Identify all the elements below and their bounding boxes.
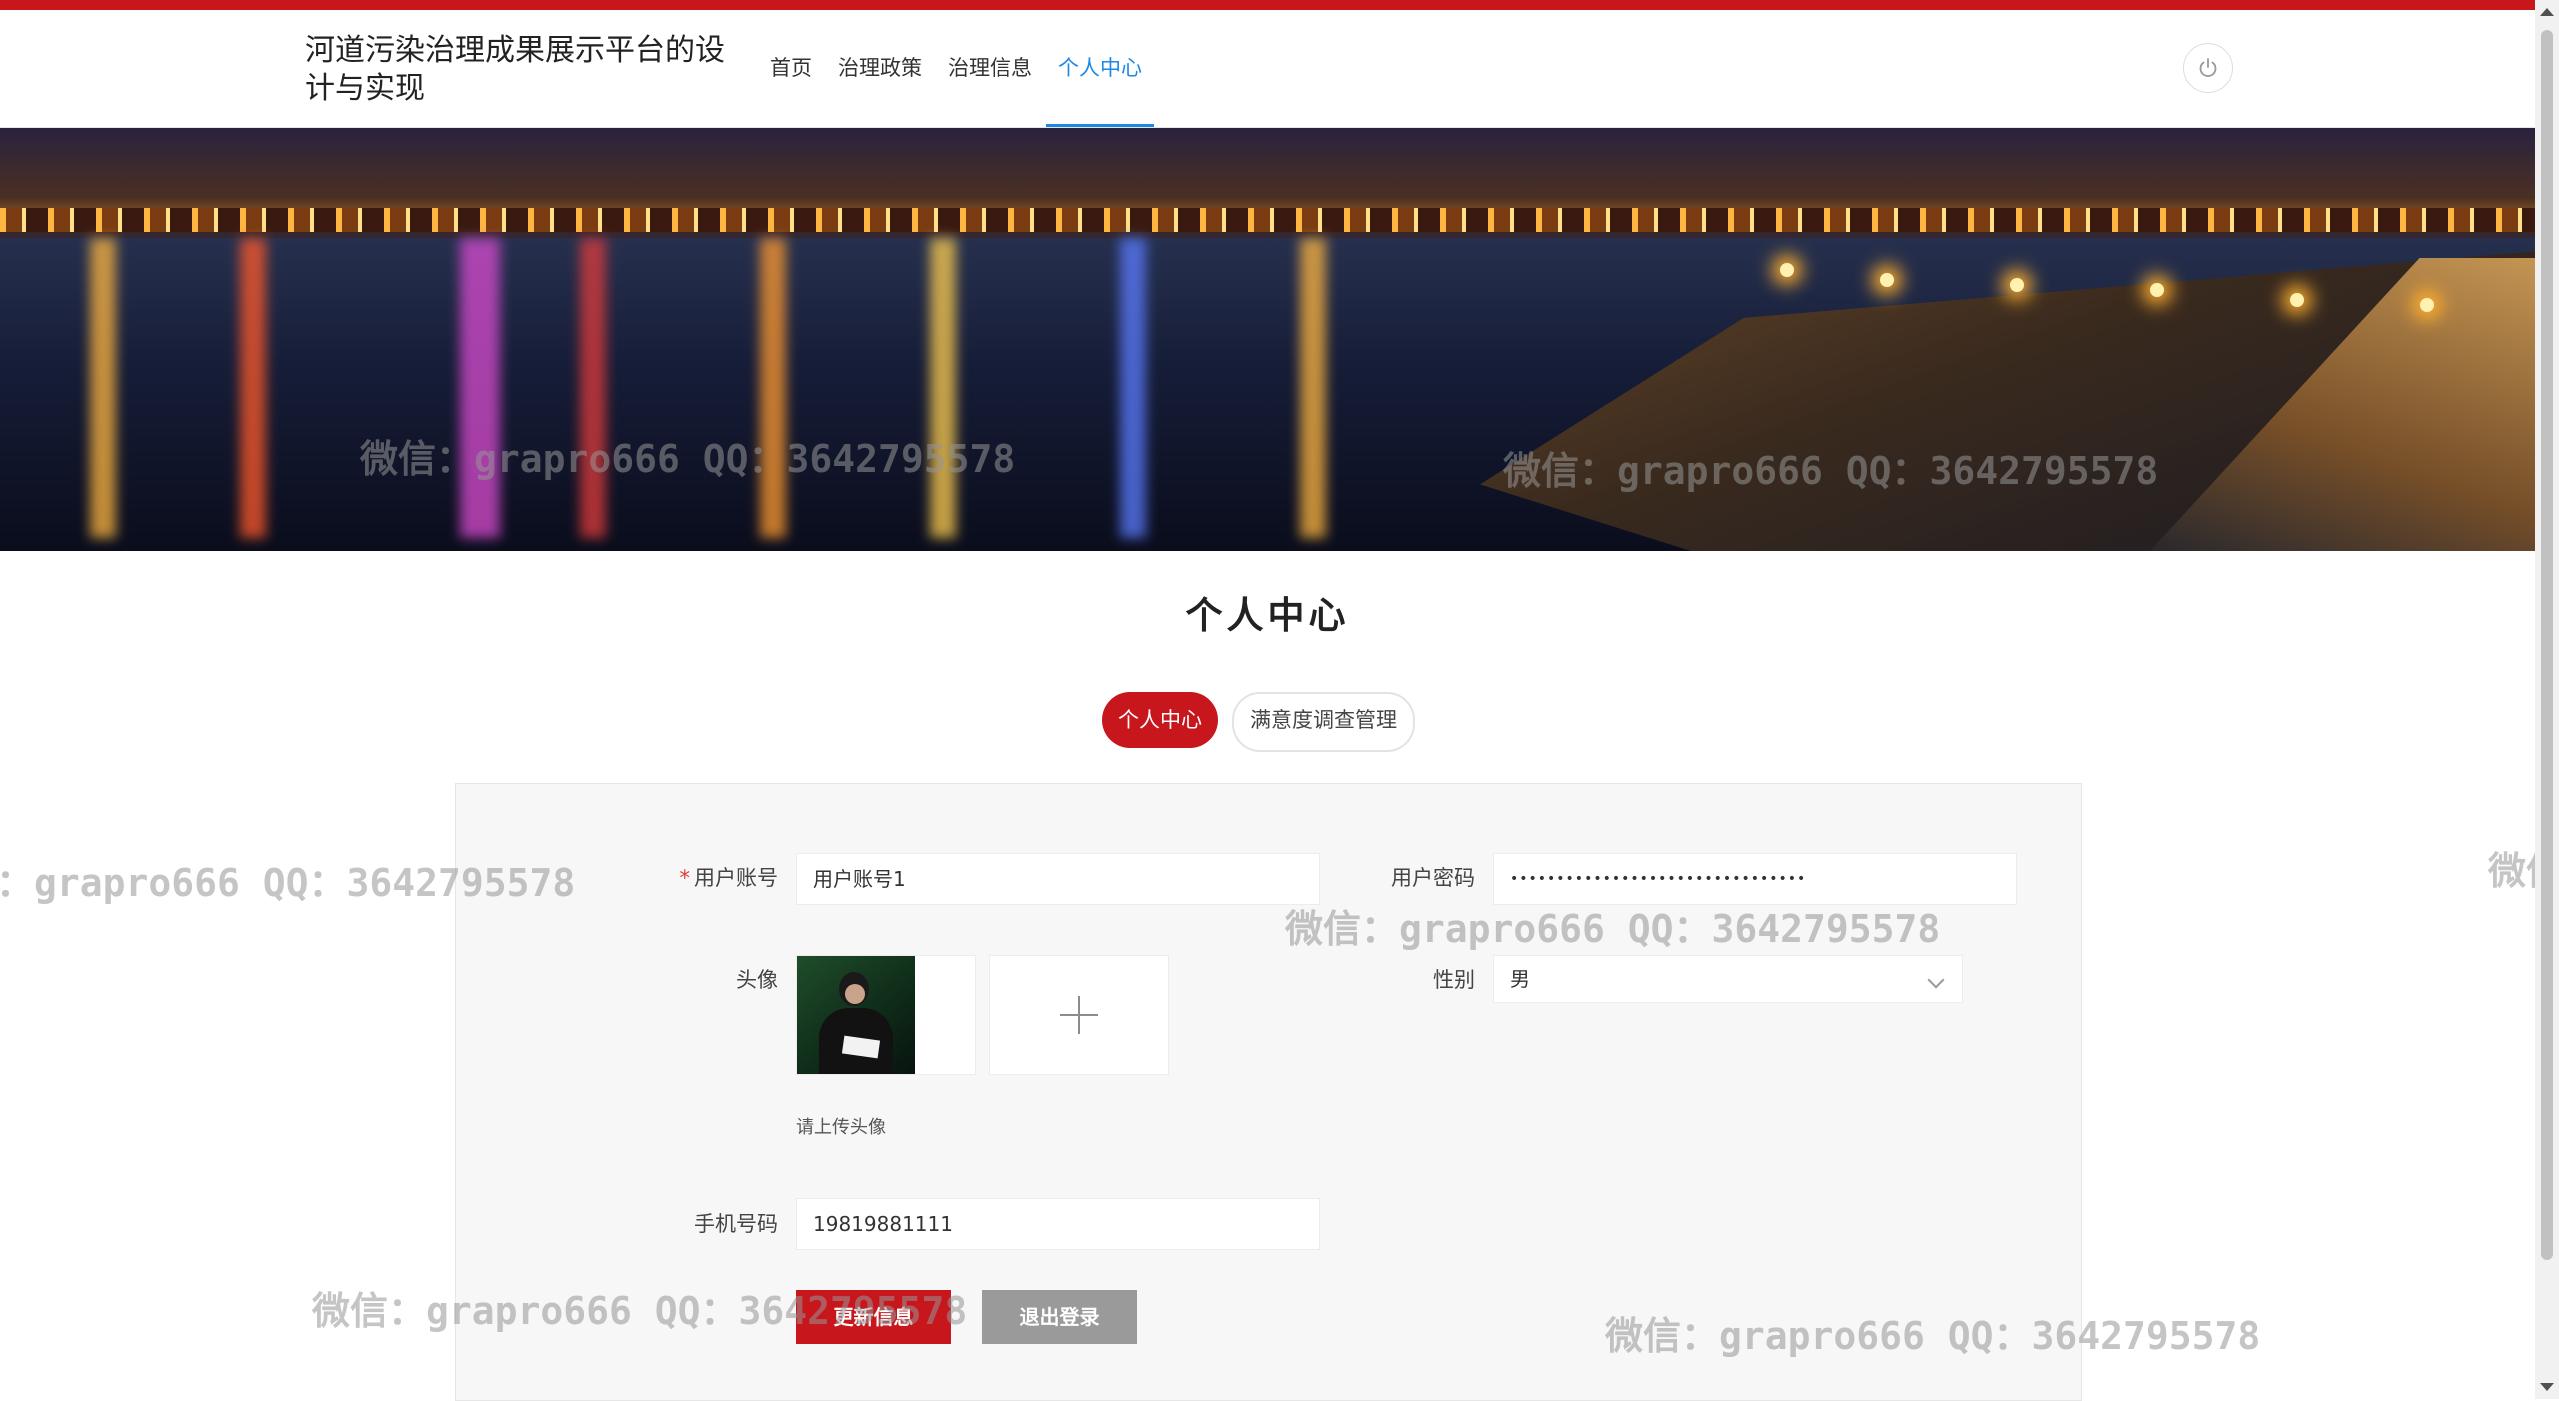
watermark-text: 微信：grapro666 QQ：3642795578 <box>360 437 1016 481</box>
nav-personal-center[interactable]: 个人中心 <box>1046 10 1154 127</box>
banner-reflection <box>1300 238 1326 538</box>
avatar-upload-button[interactable] <box>989 955 1169 1075</box>
nav-governance-info[interactable]: 治理信息 <box>936 10 1044 127</box>
banner-lamp <box>1780 263 1794 277</box>
gender-select-value: 男 <box>1510 967 1530 991</box>
main-nav: 首页 治理政策 治理信息 个人中心 <box>758 10 1156 127</box>
avatar-image <box>797 956 915 1074</box>
banner-reflection <box>240 238 266 538</box>
banner-city-lights <box>0 208 2535 232</box>
banner-lamp <box>1880 273 1894 287</box>
gender-select[interactable]: 男 <box>1493 955 1963 1003</box>
watermark-text: 微信：grapro666 QQ：3642795578 <box>1285 907 1941 951</box>
banner-reflection <box>90 238 116 538</box>
avatar-label: 头像 <box>736 968 778 992</box>
page-title: 个人中心 <box>1185 594 1350 637</box>
banner-reflection <box>580 238 606 538</box>
banner-lamp <box>2010 278 2024 292</box>
power-icon <box>2199 58 2217 77</box>
watermark-text: 微信：grapro666 QQ：3642795578 <box>1605 1314 2261 1358</box>
banner-reflection <box>930 238 956 538</box>
scroll-up-arrow-icon[interactable] <box>2540 8 2554 16</box>
logout-power-button[interactable] <box>2183 43 2233 93</box>
watermark-text: 微信：grapro666 QQ：3642795578 <box>312 1289 968 1333</box>
banner-lamp <box>2150 283 2164 297</box>
banner-reflection <box>760 238 786 538</box>
phone-input[interactable]: 19819881111 <box>796 1198 1320 1250</box>
nav-home[interactable]: 首页 <box>758 10 824 127</box>
tab-satisfaction-survey[interactable]: 满意度调查管理 <box>1232 692 1415 752</box>
chevron-down-icon <box>1927 971 1945 989</box>
password-label: 用户密码 <box>1391 866 1475 890</box>
avatar-figure-face <box>845 984 865 1004</box>
gender-label: 性别 <box>1433 968 1475 992</box>
account-label: * 用户账号 <box>600 862 779 892</box>
banner-reflection <box>460 238 500 538</box>
watermark-text: 微信：grapro666 QQ：3642795578 <box>1503 449 2159 493</box>
section-tabs: 个人中心 满意度调查管理 <box>1102 692 1415 752</box>
site-header: 河道污染治理成果展示平台的设计与实现 首页 治理政策 治理信息 个人中心 <box>0 10 2535 128</box>
scroll-down-arrow-icon[interactable] <box>2540 1383 2554 1391</box>
tab-personal-center[interactable]: 个人中心 <box>1102 692 1218 748</box>
banner-lamp <box>2420 298 2434 312</box>
watermark-text: ：grapro666 QQ：3642795578 <box>0 861 576 905</box>
scrollbar-thumb[interactable] <box>2541 30 2553 1260</box>
plus-icon-vertical <box>1078 996 1080 1034</box>
account-label-text: 用户账号 <box>694 866 778 890</box>
avatar-hint: 请上传头像 <box>796 1117 886 1138</box>
banner-reflection <box>1120 238 1146 538</box>
banner-lamp <box>2290 293 2304 307</box>
required-asterisk: * <box>679 866 691 890</box>
account-input[interactable]: 用户账号1 <box>796 853 1320 905</box>
phone-label: 手机号码 <box>694 1212 778 1236</box>
site-title: 河道污染治理成果展示平台的设计与实现 <box>305 33 725 106</box>
page-scrollbar[interactable] <box>2535 0 2559 1399</box>
nav-policy[interactable]: 治理政策 <box>826 10 934 127</box>
logout-button[interactable]: 退出登录 <box>982 1290 1137 1344</box>
top-accent-bar <box>0 0 2535 10</box>
avatar-preview[interactable] <box>796 955 976 1075</box>
